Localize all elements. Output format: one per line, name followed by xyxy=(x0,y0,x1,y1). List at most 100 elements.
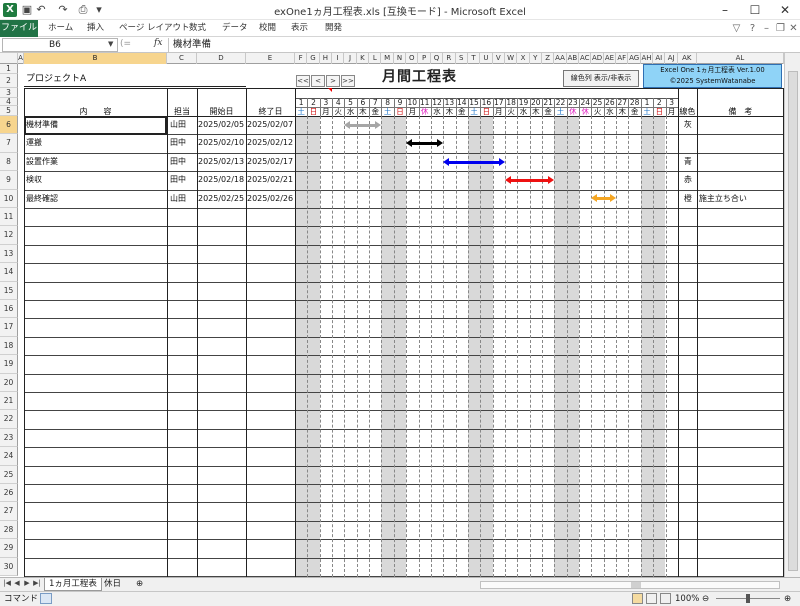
column-header-u[interactable]: U xyxy=(480,53,493,64)
column-header-q[interactable]: Q xyxy=(431,53,444,64)
zoom-in-icon[interactable]: ⊕ xyxy=(784,592,791,606)
column-header-ab[interactable]: AB xyxy=(567,53,580,64)
task-end-date[interactable]: 2025/02/26 xyxy=(247,190,295,208)
column-header-ac[interactable]: AC xyxy=(579,53,592,64)
macro-record-icon[interactable] xyxy=(40,593,52,604)
formula-input[interactable]: 機材準備 xyxy=(168,38,798,52)
cancel-edit-icon[interactable]: (= xyxy=(120,39,131,49)
task-name[interactable]: 設置作業 xyxy=(26,153,166,171)
horizontal-scrollbar[interactable] xyxy=(480,581,780,589)
row-header-26[interactable]: 26 xyxy=(0,484,18,503)
row-header-24[interactable]: 24 xyxy=(0,447,18,466)
task-line-color[interactable]: 灰 xyxy=(680,116,696,134)
sheet-tab-holidays[interactable]: 休日 xyxy=(100,578,125,591)
row-header-15[interactable]: 15 xyxy=(0,281,18,300)
task-line-color[interactable]: 青 xyxy=(680,153,696,171)
column-header-ag[interactable]: AG xyxy=(628,53,641,64)
column-header-n[interactable]: N xyxy=(394,53,407,64)
task-line-color[interactable]: 赤 xyxy=(680,171,696,189)
tab-developer[interactable]: 開発 xyxy=(325,20,342,37)
task-bar[interactable] xyxy=(504,175,555,184)
column-header-r[interactable]: R xyxy=(443,53,456,64)
row-header-7[interactable]: 7 xyxy=(0,134,18,153)
task-person[interactable]: 田中 xyxy=(170,153,197,171)
insert-function-button[interactable]: fx xyxy=(154,38,162,48)
column-header-m[interactable]: M xyxy=(381,53,394,64)
print-preview-icon[interactable]: ⎙ xyxy=(76,3,90,16)
zoom-slider-thumb[interactable] xyxy=(746,594,750,603)
column-header-x[interactable]: X xyxy=(517,53,530,64)
last-sheet-icon[interactable]: ▶| xyxy=(32,579,42,587)
row-header-14[interactable]: 14 xyxy=(0,263,18,282)
select-all-corner[interactable] xyxy=(0,53,18,64)
task-end-date[interactable]: 2025/02/12 xyxy=(247,134,295,152)
column-header-g[interactable]: G xyxy=(307,53,320,64)
row-header-27[interactable]: 27 xyxy=(0,502,18,521)
task-bar[interactable] xyxy=(591,194,616,203)
column-header-d[interactable]: D xyxy=(197,53,246,64)
zoom-level[interactable]: 100% xyxy=(675,592,699,606)
task-note[interactable]: 施主立ち合い xyxy=(699,190,783,208)
window-close-icon[interactable]: ✕ xyxy=(787,22,800,35)
row-header-12[interactable]: 12 xyxy=(0,226,18,245)
task-bar[interactable] xyxy=(443,157,505,166)
row-header-22[interactable]: 22 xyxy=(0,410,18,429)
vertical-scrollbar[interactable] xyxy=(784,53,800,577)
close-icon[interactable]: ✕ xyxy=(770,0,800,20)
prev-sheet-icon[interactable]: ◀ xyxy=(12,579,22,587)
worksheet-grid[interactable]: 1 2 3 4 5 6 7 8 9 10 11 12 13 14 15 16 17 18 19 20 21 22 23 24 2… xyxy=(18,64,784,577)
horizontal-scroll-thumb[interactable] xyxy=(631,582,641,588)
column-header-w[interactable]: W xyxy=(505,53,518,64)
task-bar[interactable] xyxy=(344,120,382,129)
row-header-16[interactable]: 16 xyxy=(0,300,18,319)
normal-view-icon[interactable] xyxy=(632,593,643,604)
first-month-button[interactable]: << xyxy=(296,75,310,87)
row-header-17[interactable]: 17 xyxy=(0,318,18,337)
undo-icon[interactable]: ↶ xyxy=(34,3,48,16)
row-header-4[interactable]: 4 xyxy=(0,98,18,106)
prev-month-button[interactable]: < xyxy=(311,75,325,87)
row-header-11[interactable]: 11 xyxy=(0,208,18,227)
row-header-13[interactable]: 13 xyxy=(0,244,18,264)
tab-formulas[interactable]: 数式 xyxy=(189,20,206,37)
row-header-29[interactable]: 29 xyxy=(0,539,18,558)
row-header-6[interactable]: 6 xyxy=(0,116,18,135)
column-header-j[interactable]: J xyxy=(344,53,357,64)
toggle-color-column-button[interactable]: 線色列 表示/非表示 xyxy=(563,70,639,87)
column-header-ai[interactable]: AI xyxy=(653,53,666,64)
next-sheet-icon[interactable]: ▶ xyxy=(22,579,32,587)
row-header-8[interactable]: 8 xyxy=(0,152,18,172)
row-header-23[interactable]: 23 xyxy=(0,428,18,448)
help-icon[interactable]: ? xyxy=(746,22,759,35)
insert-sheet-icon[interactable]: ⊕ xyxy=(132,578,147,591)
column-header-v[interactable]: V xyxy=(493,53,505,64)
row-header-1[interactable]: 1 xyxy=(0,64,18,74)
tab-view[interactable]: 表示 xyxy=(291,20,308,37)
row-header-2[interactable]: 2 xyxy=(0,74,18,88)
task-start-date[interactable]: 2025/02/18 xyxy=(198,171,246,189)
task-end-date[interactable]: 2025/02/21 xyxy=(247,171,295,189)
redo-icon[interactable]: ↷ xyxy=(56,3,70,16)
ribbon-collapse-icon[interactable]: ▽ xyxy=(730,22,743,35)
task-name[interactable]: 運搬 xyxy=(26,134,166,152)
row-header-30[interactable]: 30 xyxy=(0,557,18,576)
column-header-b[interactable]: B xyxy=(24,53,167,64)
task-person[interactable]: 田中 xyxy=(170,171,197,189)
column-header-aj[interactable]: AJ xyxy=(666,53,678,64)
last-month-button[interactable]: >> xyxy=(341,75,355,87)
column-header-aa[interactable]: AA xyxy=(554,53,567,64)
column-header-z[interactable]: Z xyxy=(542,53,555,64)
row-header-10[interactable]: 10 xyxy=(0,189,18,208)
column-header-s[interactable]: S xyxy=(456,53,468,64)
customize-toolbar-icon[interactable]: ▾ xyxy=(92,3,106,16)
selected-cell[interactable] xyxy=(24,116,167,136)
column-header-e[interactable]: E xyxy=(246,53,295,64)
column-header-l[interactable]: L xyxy=(369,53,382,64)
task-person[interactable]: 山田 xyxy=(170,116,197,134)
column-header-h[interactable]: H xyxy=(320,53,333,64)
sheet-tab-schedule[interactable]: 1ヵ月工程表 xyxy=(44,578,102,591)
column-header-o[interactable]: O xyxy=(406,53,419,64)
row-header-9[interactable]: 9 xyxy=(0,171,18,190)
task-start-date[interactable]: 2025/02/10 xyxy=(198,134,246,152)
task-start-date[interactable]: 2025/02/05 xyxy=(198,116,246,134)
